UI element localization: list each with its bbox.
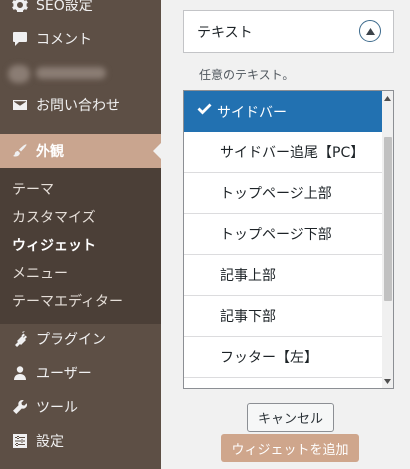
scroll-up-arrow-icon[interactable] — [382, 91, 393, 105]
widget-header[interactable]: テキスト — [183, 10, 394, 53]
menu-label: 設定 — [36, 434, 64, 450]
area-option-sidebar-follow[interactable]: サイドバー追尾【PC】 — [184, 132, 382, 173]
list-scrollbar[interactable] — [382, 91, 393, 388]
widget-description: 任意のテキスト。 — [199, 68, 295, 82]
option-label: サイドバー — [217, 104, 287, 121]
admin-sidebar: SEO設定 コメント お問い合わせ 外観 テーマ カスタマイズ ウィジェット メ… — [0, 0, 161, 469]
widget-title: テキスト — [197, 24, 253, 41]
triangle-up-icon — [365, 27, 375, 35]
settings-sliders-icon — [10, 431, 30, 451]
paintbrush-icon — [10, 141, 30, 161]
area-option-top-page-lower[interactable]: トップページ下部 — [184, 214, 382, 255]
option-label: 記事下部 — [220, 309, 276, 325]
option-label: トップページ下部 — [220, 227, 332, 243]
menu-item-seo[interactable]: SEO設定 — [0, 0, 161, 22]
menu-label: お問い合わせ — [36, 98, 120, 114]
option-label: フッター【左】 — [220, 350, 318, 366]
scroll-thumb[interactable] — [384, 137, 392, 301]
add-widget-button[interactable]: ウィジェットを追加 — [221, 434, 359, 462]
submenu-item-themes[interactable]: テーマ — [12, 179, 54, 199]
menu-label: ユーザー — [36, 366, 92, 382]
gear-icon — [10, 0, 30, 15]
menu-item-settings[interactable]: 設定 — [0, 424, 161, 458]
submenu-item-theme-editor[interactable]: テーマエディター — [12, 291, 123, 311]
comment-bubble-icon — [10, 29, 30, 49]
submenu-item-customize[interactable]: カスタマイズ — [12, 207, 96, 227]
area-option-sidebar[interactable]: サイドバー — [184, 91, 382, 132]
area-option-top-page-upper[interactable]: トップページ上部 — [184, 173, 382, 214]
wrench-icon — [10, 397, 30, 417]
submenu-item-menus[interactable]: メニュー — [12, 263, 68, 283]
mail-icon — [10, 95, 30, 115]
checkmark-icon — [196, 101, 212, 117]
sidebar-area-chooser[interactable]: サイドバー サイドバー追尾【PC】 トップページ上部 トップページ下部 記事上部… — [183, 90, 394, 389]
appearance-submenu: テーマ カスタマイズ ウィジェット メニュー テーマエディター — [0, 168, 161, 324]
menu-item-plugins[interactable]: プラグイン — [0, 322, 161, 356]
option-label: 記事上部 — [220, 268, 276, 284]
scroll-down-arrow-icon[interactable] — [382, 374, 393, 388]
menu-item-tools[interactable]: ツール — [0, 390, 161, 424]
menu-label: コメント — [36, 32, 92, 48]
collapse-toggle-button[interactable] — [359, 20, 381, 42]
area-option-article-bottom[interactable]: 記事下部 — [184, 296, 382, 337]
option-label: サイドバー追尾【PC】 — [220, 145, 365, 161]
user-icon — [10, 363, 30, 383]
area-option-footer-left[interactable]: フッター【左】 — [184, 337, 382, 378]
option-label: トップページ上部 — [220, 186, 332, 202]
menu-item-users[interactable]: ユーザー — [0, 356, 161, 390]
menu-item-appearance[interactable]: 外観 — [0, 134, 161, 168]
menu-label: 外観 — [36, 144, 64, 160]
submenu-item-widgets[interactable]: ウィジェット — [12, 235, 96, 255]
menu-label: ツール — [36, 400, 78, 416]
menu-item-comments[interactable]: コメント — [0, 22, 161, 56]
area-option-article-top[interactable]: 記事上部 — [184, 255, 382, 296]
menu-label: プラグイン — [36, 332, 106, 348]
cancel-button[interactable]: キャンセル — [247, 403, 334, 432]
menu-item-redacted[interactable] — [0, 56, 161, 90]
menu-label: SEO設定 — [36, 0, 93, 14]
menu-item-contact[interactable]: お問い合わせ — [0, 88, 161, 122]
plug-icon — [10, 329, 30, 349]
